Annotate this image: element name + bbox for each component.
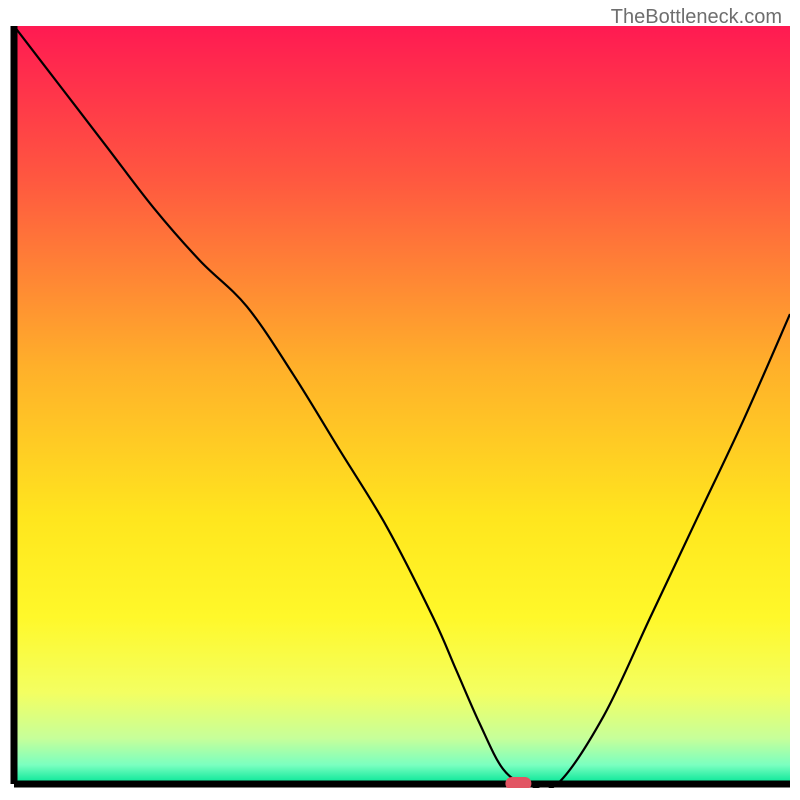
- chart-svg: [10, 26, 790, 788]
- attribution-label: TheBottleneck.com: [611, 6, 782, 29]
- bottleneck-chart: [10, 26, 790, 788]
- optimal-marker: [505, 777, 531, 788]
- gradient-background: [14, 26, 790, 784]
